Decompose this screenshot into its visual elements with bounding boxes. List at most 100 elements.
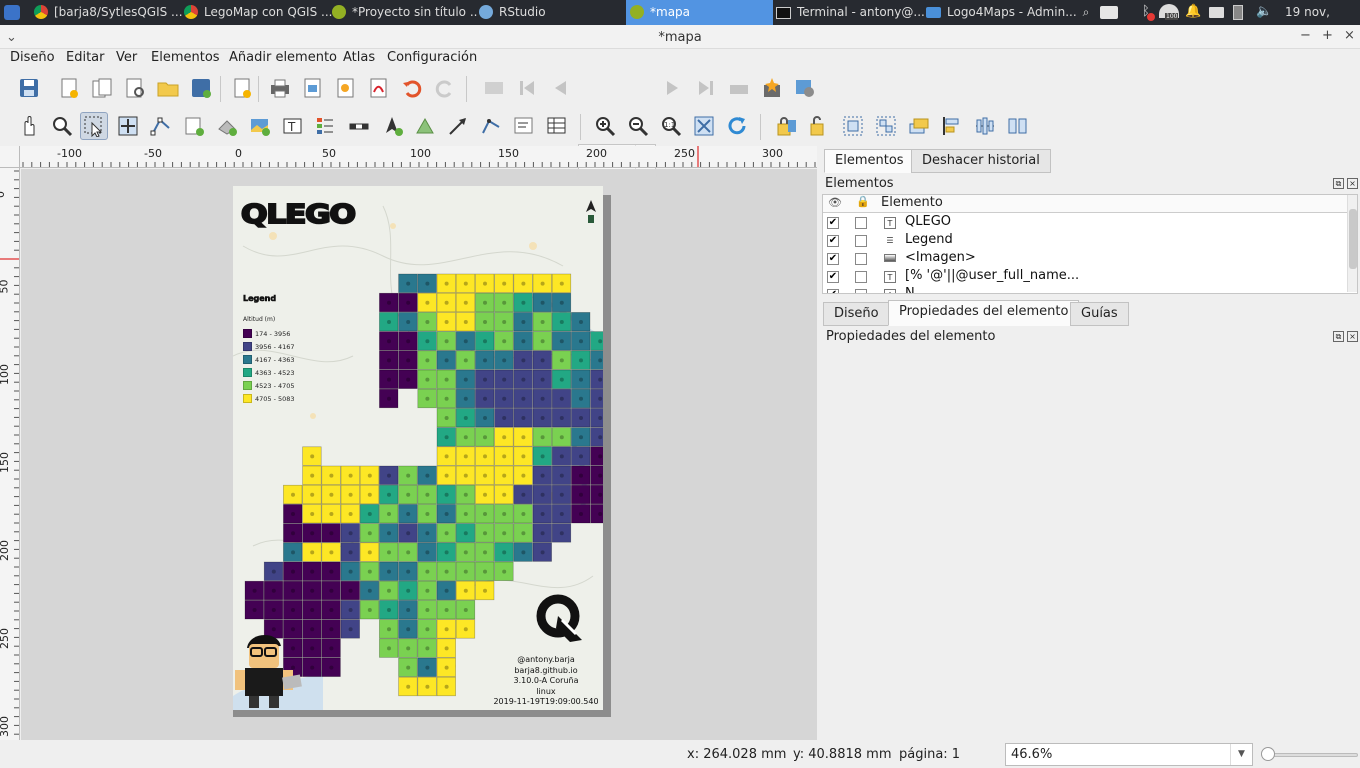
add-node-item-icon[interactable] [479, 114, 503, 138]
new-layout-icon[interactable] [57, 76, 81, 100]
last-feature-icon[interactable] [694, 76, 718, 100]
add-arrow-icon[interactable] [446, 114, 470, 138]
task-qgis-project[interactable]: *Proyecto sin título ... [332, 0, 478, 25]
bluetooth-icon[interactable]: ᛒ [1142, 4, 1155, 21]
tab-elementos[interactable]: Elementos [824, 149, 915, 173]
add-legend-icon[interactable] [314, 114, 338, 138]
layout-manager-icon[interactable] [123, 76, 147, 100]
tab-deshacer-historial[interactable]: Deshacer historial [911, 149, 1051, 173]
zoom-full-icon[interactable] [692, 114, 716, 138]
zoom-slider[interactable] [1263, 753, 1358, 757]
close-icon[interactable]: × [1344, 23, 1355, 49]
scrollbar-thumb[interactable] [1349, 209, 1357, 269]
zoom-combobox[interactable]: 46.6% ▼ [1005, 743, 1253, 766]
add-attribute-table-icon[interactable] [545, 114, 569, 138]
lock-checkbox[interactable] [855, 289, 867, 293]
folder-icon[interactable] [1100, 6, 1118, 19]
export-atlas-icon[interactable] [760, 76, 784, 100]
group-items-icon[interactable] [841, 114, 865, 138]
zoom-slider-handle[interactable] [1261, 747, 1275, 761]
pan-icon[interactable] [17, 114, 41, 138]
zoom-in-icon[interactable] [593, 114, 617, 138]
print-icon[interactable] [268, 76, 292, 100]
menu-editar[interactable]: Editar [66, 50, 105, 65]
menu-ver[interactable]: Ver [116, 50, 137, 65]
next-feature-icon[interactable] [661, 76, 685, 100]
page-setup-icon[interactable] [230, 76, 254, 100]
close-panel-icon[interactable]: × [1347, 178, 1358, 189]
tree-row[interactable]: ✔ T QLEGO [823, 214, 1343, 232]
tab-diseno[interactable]: Diseño [823, 302, 890, 326]
task-terminal[interactable]: Terminal - antony@... [776, 0, 926, 25]
float-panel-icon[interactable]: ⧉ [1333, 178, 1344, 189]
notifications-icon[interactable]: 🔔 [1185, 4, 1201, 19]
add-map-icon[interactable] [182, 114, 206, 138]
lock-items-icon[interactable] [775, 114, 799, 138]
legend[interactable]: Legend Altitud (m) 174 - 3956 3956 - 416… [243, 294, 333, 405]
task-legomap-chrome[interactable]: LegoMap con QGIS ... [184, 0, 332, 25]
add-label-icon[interactable]: T [281, 114, 305, 138]
atlas-preview-icon[interactable] [482, 76, 506, 100]
float-panel-icon[interactable]: ⧉ [1333, 331, 1344, 342]
move-content-icon[interactable] [116, 114, 140, 138]
menu-elementos[interactable]: Elementos [151, 50, 220, 65]
zoom-tool-icon[interactable] [50, 114, 74, 138]
window-menu-icon[interactable]: ⌄ [6, 25, 17, 51]
ungroup-items-icon[interactable] [874, 114, 898, 138]
export-pdf-icon[interactable] [367, 76, 391, 100]
tree-row[interactable]: ✔ ⬆ N [823, 286, 1343, 293]
search-icon[interactable]: ⌕ [1083, 5, 1090, 19]
add-3d-map-icon[interactable] [215, 114, 239, 138]
resize-items-icon[interactable] [1006, 114, 1030, 138]
add-scalebar-icon[interactable] [347, 114, 371, 138]
qgis-logo-icon[interactable] [536, 594, 588, 644]
task-file-manager[interactable]: Logo4Maps - Admin... ⌕ [926, 0, 1091, 25]
add-north-arrow-icon[interactable] [380, 114, 404, 138]
author-avatar-image[interactable] [233, 628, 308, 710]
tree-row[interactable]: ✔ ☰ Legend [823, 232, 1343, 250]
maximize-icon[interactable]: + [1322, 23, 1333, 49]
visibility-checkbox[interactable]: ✔ [827, 217, 839, 229]
items-tree[interactable]: 👁 🔒 Elemento ✔ T QLEGO ✔ ☰ Legend ✔ <Ima… [822, 194, 1358, 294]
task-github-chrome[interactable]: [barja8/SytlesQGIS ... [34, 0, 184, 25]
map-title[interactable]: QLEGO [240, 199, 357, 231]
visibility-checkbox[interactable]: ✔ [827, 289, 839, 293]
zoom-actual-icon[interactable]: 1:1 [659, 114, 683, 138]
print-atlas-icon[interactable] [727, 76, 751, 100]
menu-atlas[interactable]: Atlas [343, 50, 375, 65]
raise-items-icon[interactable] [907, 114, 931, 138]
previous-feature-icon[interactable] [548, 76, 572, 100]
duplicate-layout-icon[interactable] [90, 76, 114, 100]
tab-guias[interactable]: Guías [1070, 302, 1129, 326]
visibility-checkbox[interactable]: ✔ [827, 235, 839, 247]
menu-configuracion[interactable]: Configuración [387, 50, 477, 65]
save-template-icon[interactable] [189, 76, 213, 100]
column-header-elemento[interactable]: Elemento [881, 195, 943, 210]
tree-row[interactable]: ✔ <Imagen> [823, 250, 1343, 268]
volume-icon[interactable]: 🔈 [1256, 4, 1272, 19]
distribute-items-icon[interactable] [973, 114, 997, 138]
first-feature-icon[interactable] [515, 76, 539, 100]
undo-icon[interactable] [400, 76, 424, 100]
align-items-icon[interactable] [940, 114, 964, 138]
edit-nodes-icon[interactable] [149, 114, 173, 138]
export-image-icon[interactable] [301, 76, 325, 100]
start-menu-icon[interactable] [4, 5, 20, 20]
open-template-icon[interactable] [156, 76, 180, 100]
visibility-checkbox[interactable]: ✔ [827, 271, 839, 283]
add-picture-icon[interactable] [248, 114, 272, 138]
menu-diseno[interactable]: Diseño [10, 50, 55, 65]
battery-icon[interactable] [1233, 5, 1243, 20]
select-move-icon[interactable] [80, 112, 108, 140]
mail-icon[interactable] [1209, 7, 1224, 18]
atlas-settings-icon[interactable] [793, 76, 817, 100]
chevron-down-icon[interactable]: ▼ [1230, 744, 1252, 765]
menu-anadir-elemento[interactable]: Añadir elemento [229, 50, 337, 65]
save-icon[interactable] [17, 76, 41, 100]
lock-checkbox[interactable] [855, 217, 867, 229]
task-rstudio[interactable]: RStudio [479, 0, 624, 25]
minimize-icon[interactable]: − [1300, 23, 1311, 49]
add-shape-icon[interactable] [413, 114, 437, 138]
unlock-items-icon[interactable] [808, 114, 832, 138]
horizontal-ruler[interactable]: -100 -50 0 50 100 150 200 250 300 [20, 146, 817, 168]
